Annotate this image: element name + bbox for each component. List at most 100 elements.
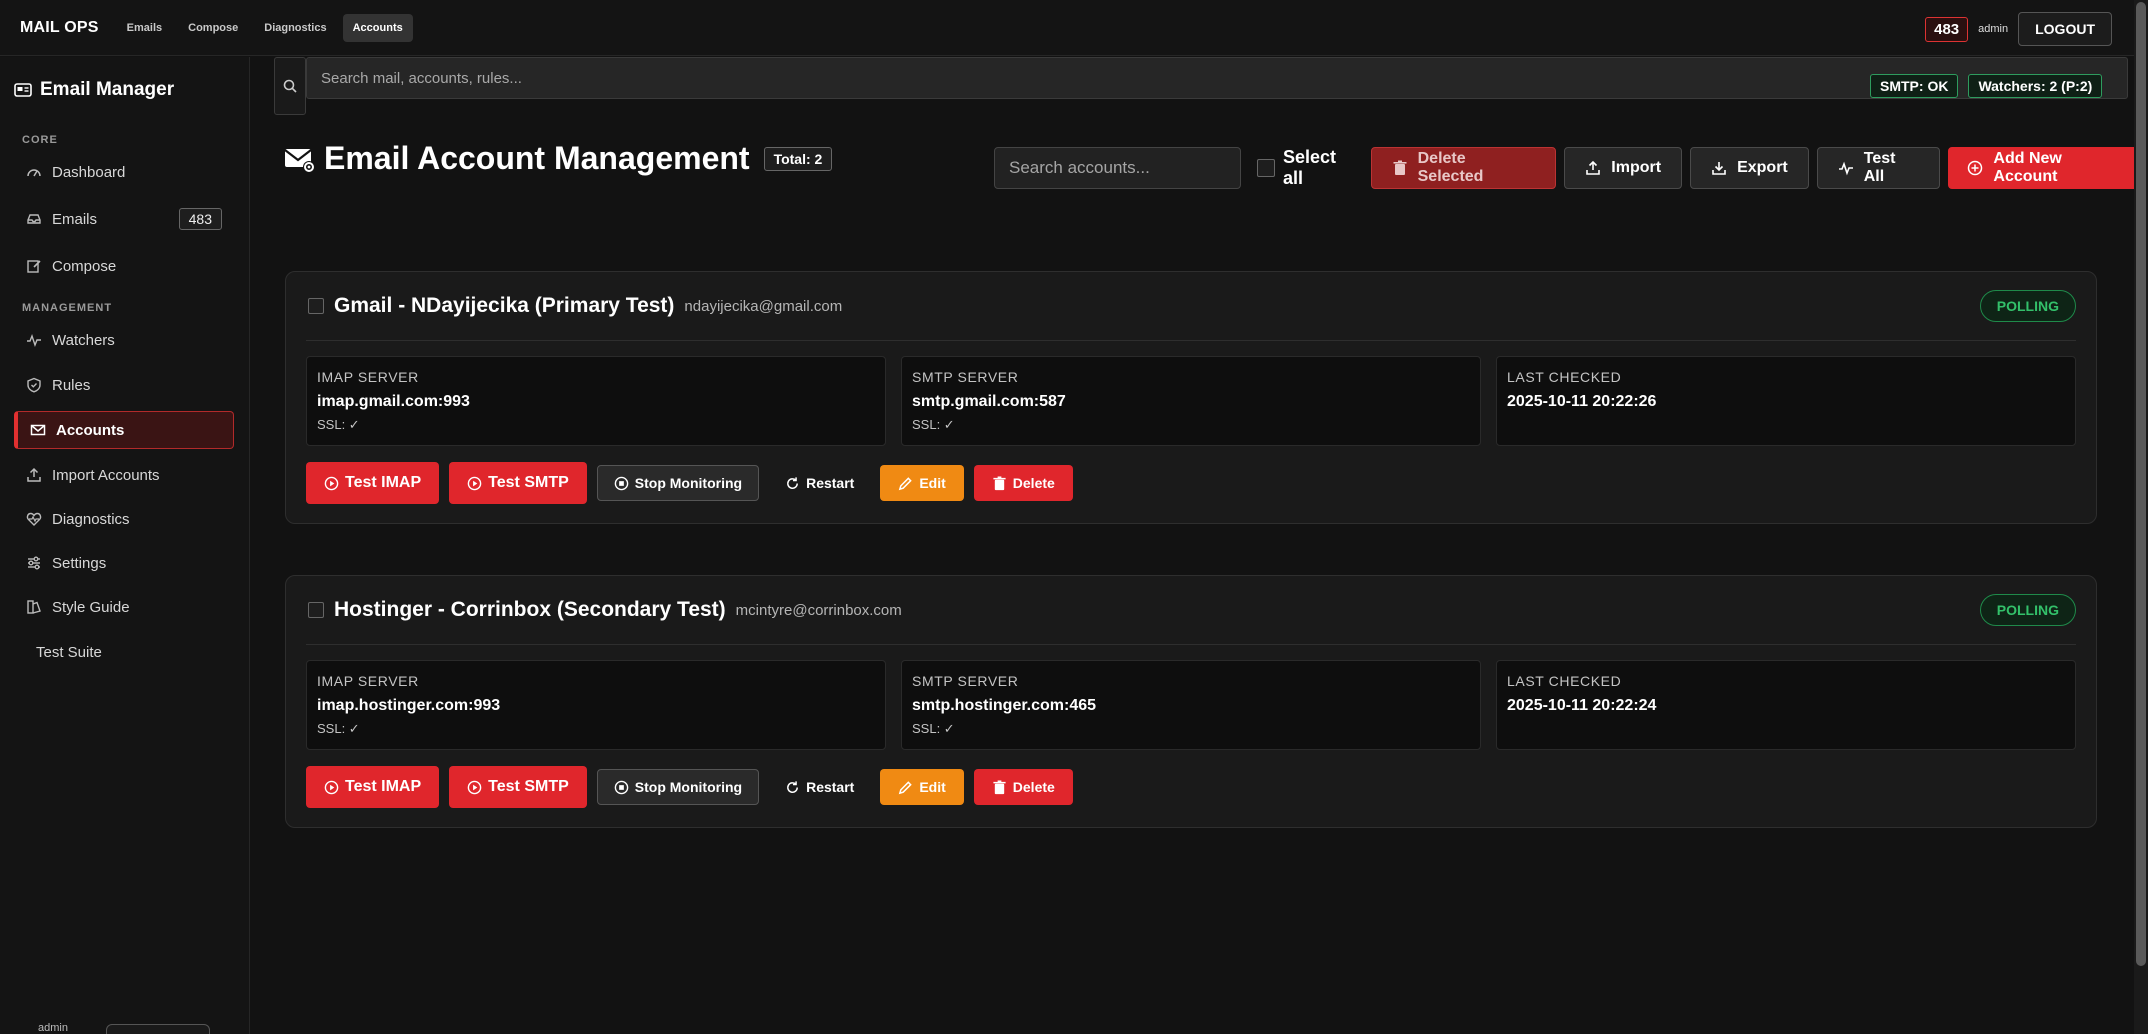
delete-selected-button[interactable]: Delete Selected	[1370, 147, 1557, 189]
account-checkbox[interactable]	[308, 602, 324, 618]
sidebar-item-test-suite[interactable]: Test Suite	[14, 633, 234, 671]
page-header: Email Account Management Total: 2	[284, 140, 833, 177]
account-status-badge: POLLING	[1979, 290, 2076, 322]
account-name: Hostinger - Corrinbox (Secondary Test)	[334, 598, 726, 621]
account-actions: Test IMAP Test SMTP Stop Monitoring Rest…	[306, 766, 1073, 808]
delete-button[interactable]: Delete	[973, 769, 1073, 805]
sidebar-footer-button[interactable]	[106, 1024, 210, 1034]
last-checked-value: 2025-10-11 20:22:24	[1507, 697, 1657, 714]
topnav-diagnostics[interactable]: Diagnostics	[254, 14, 336, 42]
topnav-accounts[interactable]: Accounts	[342, 13, 413, 42]
import-button[interactable]: Import	[1564, 147, 1683, 189]
upload-icon	[1585, 160, 1601, 176]
logout-button[interactable]: LOGOUT	[2018, 12, 2112, 46]
sidebar-item-rules[interactable]: Rules	[14, 366, 234, 404]
test-smtp-button[interactable]: Test SMTP	[449, 766, 587, 808]
test-smtp-button[interactable]: Test SMTP	[449, 462, 587, 504]
imap-server-value: imap.hostinger.com:993	[317, 697, 501, 714]
restart-button[interactable]: Restart	[769, 766, 870, 808]
test-imap-label: Test IMAP	[345, 778, 422, 795]
delete-selected-label: Delete Selected	[1417, 150, 1484, 185]
smtp-server-label: SMTP SERVER	[912, 369, 1019, 385]
pencil-icon	[898, 780, 913, 795]
sidebar-item-watchers[interactable]: Watchers	[14, 321, 234, 359]
smtp-server-box: SMTP SERVER smtp.gmail.com:587 SSL: ✓	[901, 356, 1481, 446]
status-pills: SMTP: OK Watchers: 2 (P:2)	[1870, 74, 2103, 98]
download-icon	[1711, 160, 1727, 176]
restart-label: Restart	[806, 779, 855, 795]
sidebar-item-label: Import Accounts	[52, 466, 160, 484]
sidebar-title-text: Email Manager	[40, 79, 175, 100]
smtp-ssl-status: SSL: ✓	[912, 721, 955, 736]
sidebar-item-emails[interactable]: Emails 483	[14, 200, 234, 238]
select-all-control[interactable]: Select all	[1257, 147, 1361, 189]
stop-monitoring-label: Stop Monitoring	[634, 779, 743, 795]
stop-monitoring-button[interactable]: Stop Monitoring	[596, 465, 760, 501]
test-all-button[interactable]: Test All	[1816, 147, 1941, 189]
trash-icon	[992, 779, 1007, 795]
account-checkbox[interactable]	[308, 298, 324, 314]
sidebar-item-label: Style Guide	[52, 598, 130, 616]
export-button[interactable]: Export	[1690, 147, 1809, 189]
account-search-input[interactable]	[994, 147, 1242, 189]
global-search-row	[274, 57, 2134, 115]
vertical-scrollbar[interactable]	[2134, 0, 2148, 1034]
play-circle-icon	[467, 780, 482, 795]
sidebar-item-compose[interactable]: Compose	[14, 247, 234, 285]
sidebar-item-diagnostics[interactable]: Diagnostics	[14, 500, 234, 538]
last-checked-box: LAST CHECKED 2025-10-11 20:22:24	[1496, 660, 2076, 750]
last-checked-label: LAST CHECKED	[1507, 673, 1622, 689]
imap-server-value: imap.gmail.com:993	[317, 393, 470, 410]
test-imap-label: Test IMAP	[345, 474, 422, 491]
stop-circle-icon	[614, 780, 629, 795]
sidebar-title[interactable]: Email Manager	[14, 79, 249, 101]
delete-label: Delete	[1012, 779, 1055, 795]
smtp-server-value: smtp.hostinger.com:465	[912, 697, 1097, 714]
stop-monitoring-button[interactable]: Stop Monitoring	[596, 769, 760, 805]
last-checked-box: LAST CHECKED 2025-10-11 20:22:26	[1496, 356, 2076, 446]
sidebar-item-import-accounts[interactable]: Import Accounts	[14, 456, 234, 494]
select-all-checkbox[interactable]	[1257, 159, 1275, 177]
sidebar-item-label: Test Suite	[36, 643, 102, 661]
sidebar-item-label: Compose	[52, 257, 117, 275]
delete-button[interactable]: Delete	[973, 465, 1073, 501]
last-checked-label: LAST CHECKED	[1507, 369, 1622, 385]
account-card-header: Gmail - NDayijecika (Primary Test) ndayi…	[308, 294, 842, 318]
add-new-account-button[interactable]: Add New Account	[1948, 147, 2148, 189]
envelope-icon	[30, 422, 46, 438]
dashboard-icon	[26, 164, 42, 180]
edit-button[interactable]: Edit	[880, 465, 964, 501]
card-divider	[306, 340, 2076, 341]
restart-button[interactable]: Restart	[769, 462, 870, 504]
emails-count-badge: 483	[178, 208, 222, 230]
smtp-server-box: SMTP SERVER smtp.hostinger.com:465 SSL: …	[901, 660, 1481, 750]
smtp-ssl-status: SSL: ✓	[912, 417, 955, 432]
plus-circle-icon	[1967, 160, 1983, 176]
test-imap-button[interactable]: Test IMAP	[306, 462, 440, 504]
play-circle-icon	[324, 476, 339, 491]
scrollbar-thumb[interactable]	[2136, 2, 2146, 966]
search-icon[interactable]	[274, 57, 306, 115]
test-smtp-label: Test SMTP	[488, 778, 569, 795]
sidebar: Email Manager CORE Dashboard Emails 483 …	[0, 57, 250, 1034]
test-imap-button[interactable]: Test IMAP	[306, 766, 440, 808]
activity-icon	[26, 332, 42, 348]
sidebar-item-accounts[interactable]: Accounts	[14, 411, 234, 449]
add-new-account-label: Add New Account	[1993, 150, 2062, 185]
test-all-label: Test All	[1863, 150, 1896, 185]
page-title: Email Account Management	[324, 140, 750, 176]
watchers-status-badge: Watchers: 2 (P:2)	[1968, 74, 2103, 98]
pencil-icon	[898, 476, 913, 491]
email-count-badge[interactable]: 483	[1925, 16, 1969, 42]
brand-logo[interactable]: MAIL OPS	[20, 19, 99, 37]
sidebar-item-dashboard[interactable]: Dashboard	[14, 153, 234, 191]
topnav-compose[interactable]: Compose	[178, 14, 248, 42]
sidebar-item-style-guide[interactable]: Style Guide	[14, 588, 234, 626]
last-checked-value: 2025-10-11 20:22:26	[1507, 393, 1657, 410]
topnav-emails[interactable]: Emails	[117, 14, 172, 42]
global-search-input[interactable]	[306, 57, 2128, 99]
palette-icon	[26, 599, 42, 615]
sidebar-item-settings[interactable]: Settings	[14, 544, 234, 582]
test-smtp-label: Test SMTP	[488, 474, 569, 491]
edit-button[interactable]: Edit	[880, 769, 964, 805]
